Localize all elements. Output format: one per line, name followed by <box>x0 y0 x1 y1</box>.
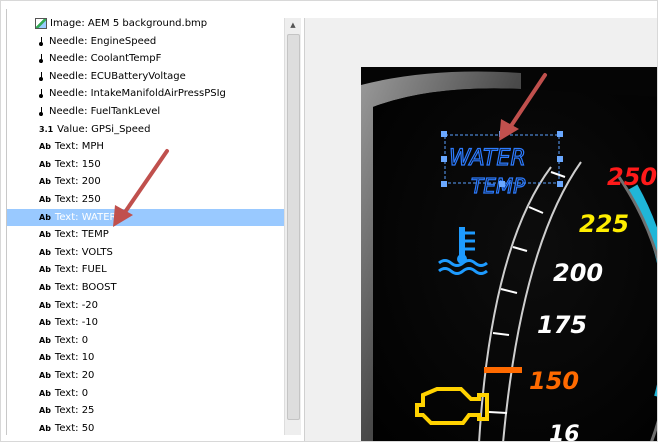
tree-item[interactable]: Ab Text: FUEL <box>7 261 285 278</box>
tree-item-label: Text: FUEL <box>54 264 107 276</box>
text-icon: Ab <box>39 406 51 416</box>
text-icon: Ab <box>39 177 51 187</box>
tree-item-label: Text: 200 <box>54 176 101 188</box>
needle-icon <box>39 54 43 64</box>
tree-item[interactable]: Needle: ECUBatteryVoltage <box>7 68 285 85</box>
temp-text: TEMP <box>471 174 526 198</box>
image-icon <box>35 18 47 29</box>
needle-icon <box>39 89 43 99</box>
text-icon: Ab <box>39 353 51 363</box>
tree-item[interactable]: Ab Text: BOOST <box>7 279 285 296</box>
text-icon: Ab <box>39 142 51 152</box>
text-icon: Ab <box>39 195 51 204</box>
text-icon: Ab <box>39 335 51 345</box>
scale-label-16: 16 <box>549 422 580 442</box>
tree-item-label: Image: AEM 5 background.bmp <box>50 18 208 29</box>
tree-item-label: Text: VOLTS <box>54 246 113 258</box>
scale-label-150: 150 <box>529 367 579 395</box>
tree-item-label: Text: 25 <box>54 405 95 417</box>
tree-item[interactable]: Needle: FuelTankLevel <box>7 103 285 120</box>
annotation-arrow-tree-icon <box>113 149 169 227</box>
tree-item-label: Needle: CoolantTempF <box>49 53 162 65</box>
tree-item-label: Value: GPSi_Speed <box>57 123 151 135</box>
tree-item[interactable]: Ab Text: 20 <box>7 367 285 384</box>
text-icon: Ab <box>39 423 51 433</box>
tree-item-label: Text: -20 <box>54 299 99 311</box>
tree-item-label: Text: 150 <box>54 158 101 170</box>
tree-item-label: Needle: ECUBatteryVoltage <box>49 70 186 82</box>
tree-item[interactable]: 3.1 Value: GPSi_Speed <box>7 121 285 138</box>
tree-item[interactable]: Ab Text: 0 <box>7 332 285 349</box>
text-icon: Ab <box>39 230 51 240</box>
needle-icon <box>39 71 43 81</box>
text-icon: Ab <box>39 159 51 169</box>
tree-item[interactable]: Ab Text: -20 <box>7 297 285 314</box>
tree-item[interactable]: Ab Text: 25 <box>7 402 285 419</box>
tree-item-label: Text: -10 <box>54 317 99 329</box>
annotation-arrow-canvas-icon <box>499 73 547 141</box>
text-icon: Ab <box>39 283 51 292</box>
tree-item[interactable]: Ab Text: 50 <box>7 420 285 435</box>
tree-item-label: Needle: EngineSpeed <box>49 35 157 47</box>
tree-item[interactable]: Ab Text: VOLTS <box>7 244 285 261</box>
tree-item-label: Text: BOOST <box>54 282 117 293</box>
tree-item[interactable]: Needle: CoolantTempF <box>7 50 285 67</box>
value-icon: 3.1 <box>39 124 54 134</box>
tree-item[interactable]: Needle: EngineSpeed <box>7 33 285 50</box>
text-icon: Ab <box>39 371 51 380</box>
needle-icon <box>39 36 43 46</box>
tree-item[interactable]: Ab Text: 10 <box>7 349 285 366</box>
needle-icon <box>39 107 43 116</box>
scroll-thumb[interactable] <box>287 34 300 420</box>
tree-item[interactable]: Needle: IntakeManifoldAirPressPSIg <box>7 85 285 102</box>
text-icon: Ab <box>39 247 51 257</box>
text-icon: Ab <box>39 388 51 398</box>
text-icon: Ab <box>39 265 51 275</box>
app-window: Image: AEM 5 background.bmp Needle: Engin… <box>0 0 658 442</box>
tree-scrollbar[interactable]: ▲ <box>284 18 301 435</box>
text-icon: Ab <box>39 212 51 222</box>
tree-item-label: Needle: IntakeManifoldAirPressPSIg <box>49 88 226 100</box>
text-icon: Ab <box>39 318 51 328</box>
scale-label-250: 250 <box>607 163 657 191</box>
scale-label-175: 175 <box>537 311 587 339</box>
tree-item[interactable]: Ab Text: 0 <box>7 385 285 402</box>
tree-item-label: Text: 0 <box>54 387 89 399</box>
orange-marker <box>484 367 522 373</box>
scale-label-200: 200 <box>553 259 603 287</box>
tree-item-label: Text: 10 <box>54 352 95 364</box>
tree-item-label: Text: MPH <box>54 141 104 153</box>
tree-item-label: Text: 50 <box>54 422 95 434</box>
text-icon: Ab <box>39 300 51 310</box>
tree-item-label: Text: 0 <box>54 334 89 346</box>
tree-item-label: Text: 20 <box>54 370 95 381</box>
tree-item-label: Text: 250 <box>54 194 101 205</box>
tree-item-label: Needle: FuelTankLevel <box>49 106 161 117</box>
tree-item[interactable]: Ab Text: -10 <box>7 314 285 331</box>
tree-item[interactable]: Image: AEM 5 background.bmp <box>7 15 285 32</box>
scale-label-225: 225 <box>579 210 629 238</box>
scroll-up-arrow-icon[interactable]: ▲ <box>285 18 301 32</box>
